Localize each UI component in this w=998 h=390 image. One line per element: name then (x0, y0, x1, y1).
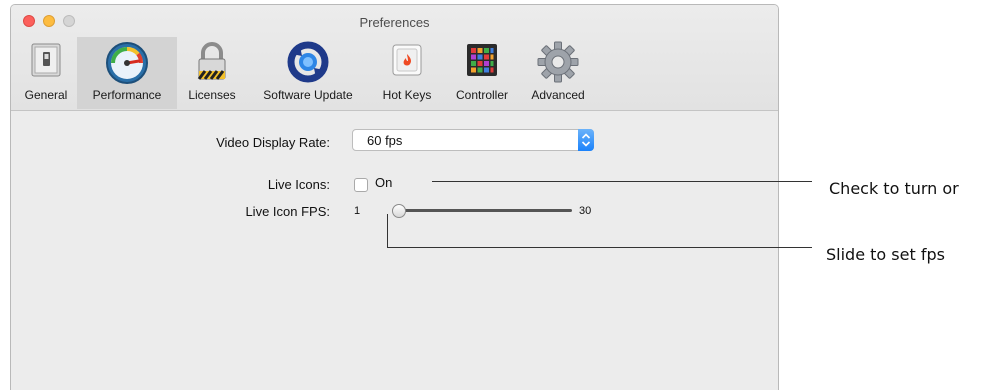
switch-icon (29, 40, 63, 83)
tab-software-update[interactable]: Software Update (247, 37, 369, 109)
tab-advanced-label: Advanced (531, 88, 585, 102)
window-title: Preferences (359, 15, 430, 30)
chevron-updown-icon (578, 129, 594, 151)
tab-advanced[interactable]: Advanced (521, 37, 595, 109)
slider-callout-line (387, 247, 812, 248)
fps-slider-track[interactable] (392, 209, 572, 212)
tab-licenses[interactable]: Licenses (179, 37, 245, 109)
preferences-content (11, 111, 778, 390)
pad-controller-icon (464, 40, 500, 83)
video-display-rate-label: Video Display Rate: (216, 135, 330, 150)
slider-callout-stem (387, 214, 388, 248)
live-icons-label: Live Icons: (267, 177, 330, 192)
video-display-rate-value: 60 fps (367, 133, 403, 148)
tab-licenses-label: Licenses (188, 88, 236, 102)
tab-software-update-label: Software Update (263, 88, 353, 102)
tab-performance-label: Performance (92, 88, 162, 102)
tab-performance[interactable]: Performance (77, 37, 177, 109)
tab-hot-keys-label: Hot Keys (382, 88, 432, 102)
tab-general[interactable]: General (17, 37, 75, 109)
update-arrows-icon (286, 40, 330, 87)
fps-max-label: 30 (579, 205, 592, 217)
flame-key-icon (389, 40, 425, 83)
gear-icon (536, 40, 580, 87)
preferences-window: Preferences General Performance Licenses… (10, 4, 779, 390)
live-icon-fps-label: Live Icon FPS: (245, 204, 330, 219)
slider-callout-text: Slide to set fps (826, 245, 945, 264)
padlock-icon (194, 40, 230, 87)
fps-min-label: 1 (354, 205, 361, 217)
speedometer-icon (104, 40, 150, 89)
live-icons-checkbox[interactable] (354, 178, 368, 192)
tab-controller-label: Controller (455, 88, 509, 102)
fps-slider-thumb[interactable] (392, 204, 406, 218)
checkbox-callout-line (432, 181, 812, 182)
tab-hot-keys[interactable]: Hot Keys (371, 37, 443, 109)
checkbox-callout-text: Check to turn or (829, 179, 959, 198)
title-bar: Preferences General Performance Licenses… (11, 5, 778, 111)
tab-controller[interactable]: Controller (445, 37, 519, 109)
live-icons-on-label[interactable]: On (375, 175, 392, 190)
tab-general-label: General (24, 88, 68, 102)
video-display-rate-popup[interactable]: 60 fps (352, 129, 594, 151)
